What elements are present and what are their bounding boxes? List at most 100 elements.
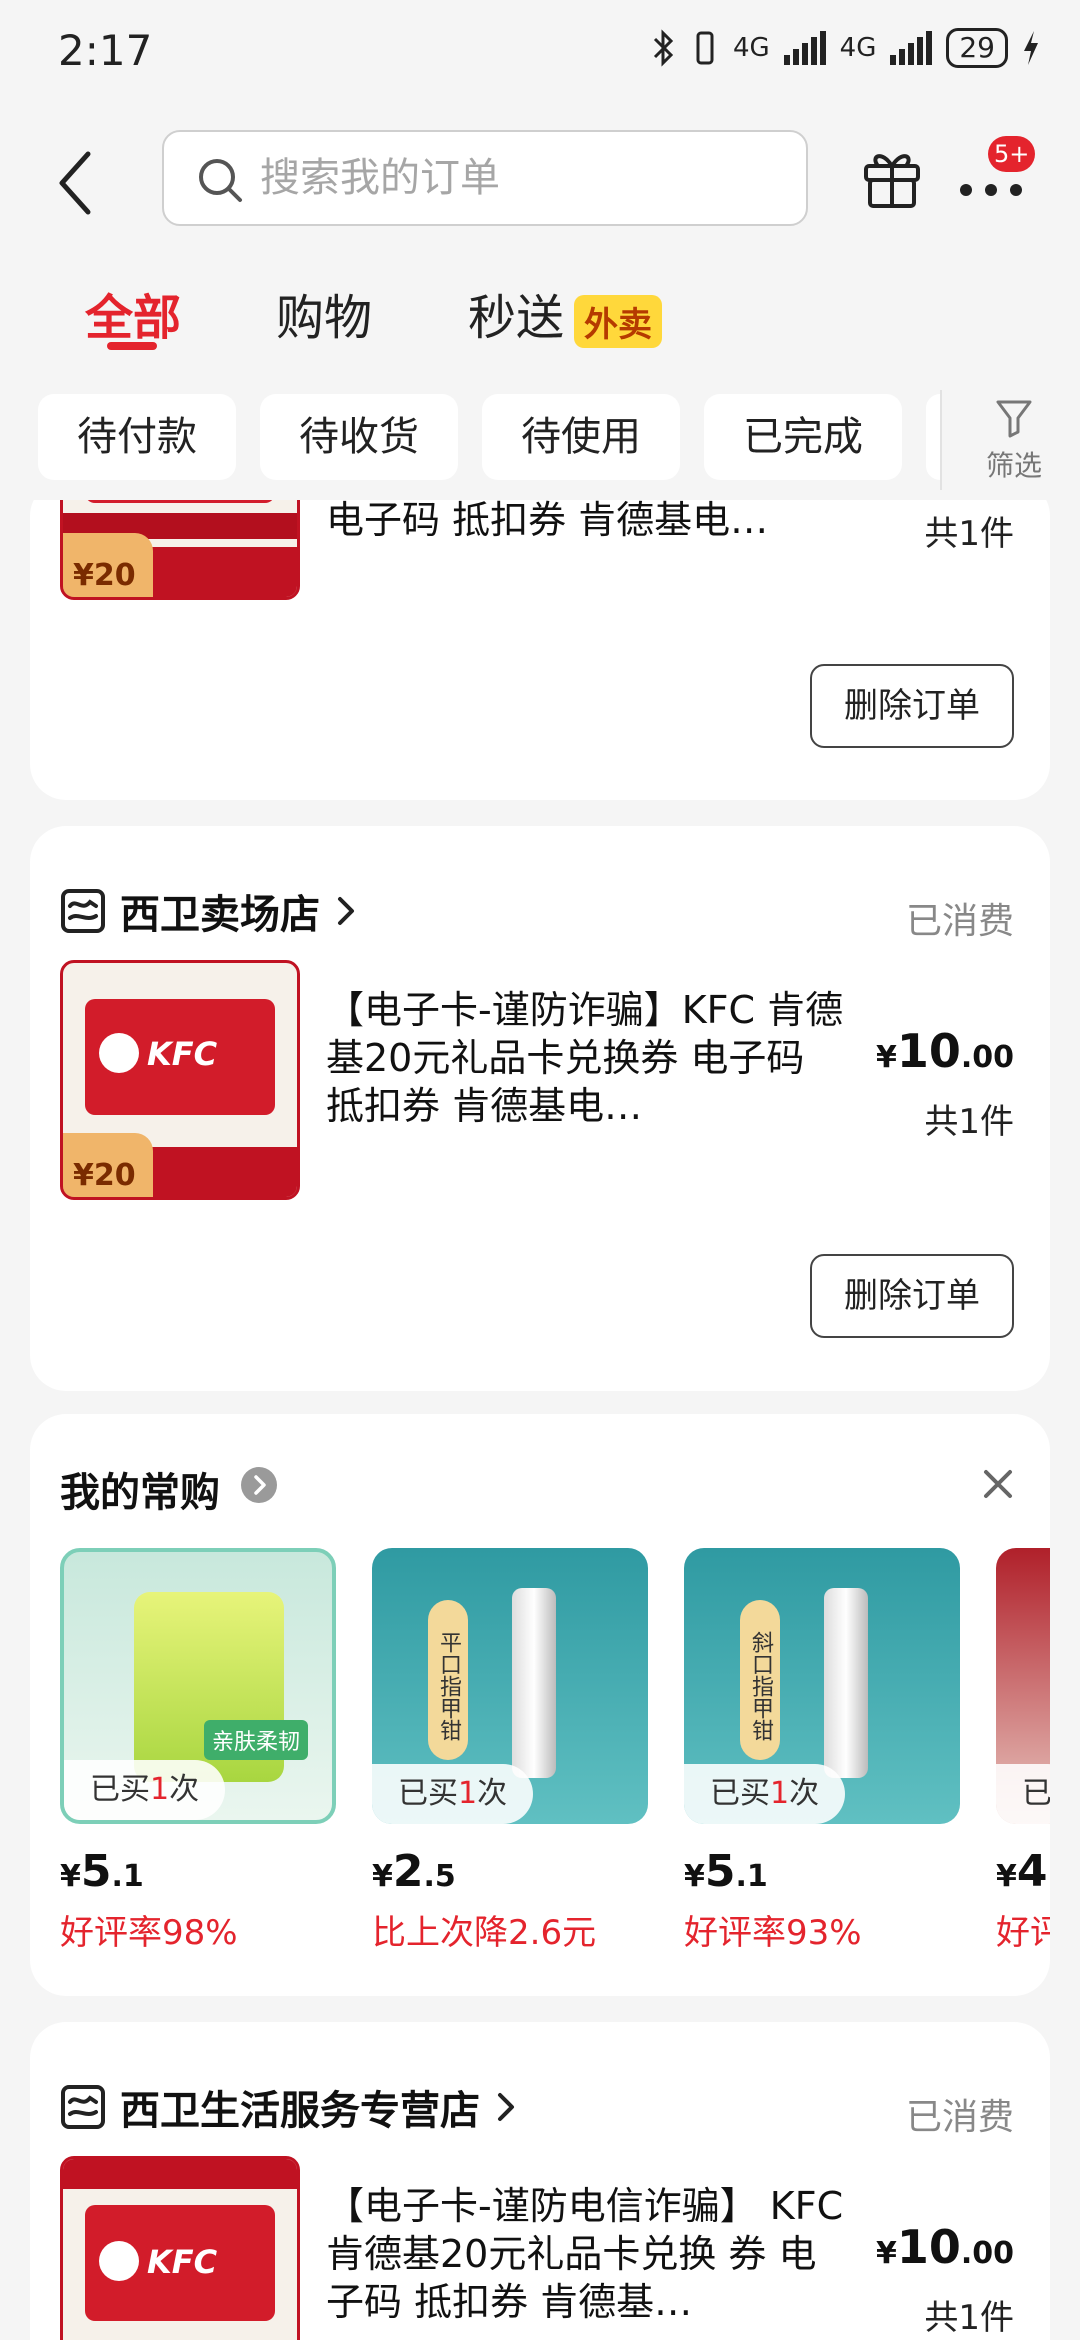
thumb-face-value: ¥20 <box>73 558 136 593</box>
order-title: 电子码 抵扣券 肯德基电… <box>326 498 769 542</box>
product-image-caption: 斜口指甲钳 <box>740 1600 780 1760</box>
product-image-caption: 亲肤柔韧 <box>204 1720 309 1760</box>
filter-pending-payment[interactable]: 待付款 <box>38 394 236 480</box>
bought-prefix: 已买 <box>398 1776 458 1811</box>
price-symbol: ¥ <box>996 1859 1017 1894</box>
tab-all[interactable]: 全部 <box>85 278 181 348</box>
frequent-purchases-card: 我的常购 亲肤柔韧 已买1次 ¥5.1 好评率98% 平口指甲钳 已买1次 ¥2… <box>30 1414 1050 1996</box>
tab-shopping[interactable]: 购物 <box>276 278 372 348</box>
gift-icon[interactable] <box>862 146 922 210</box>
order-status: 已消费 <box>905 901 1014 942</box>
status-icons: 4G 4G 29 <box>651 28 1040 68</box>
order-card[interactable]: ¥20 电子码 抵扣券 肯德基电… 共1件 删除订单 <box>30 480 1050 800</box>
kfc-logo: KFC <box>147 1035 218 1073</box>
bought-suffix: 次 <box>169 1772 200 1807</box>
back-icon[interactable] <box>52 148 102 218</box>
tab-delivery-label: 秒送 <box>468 290 565 346</box>
charging-icon <box>1024 31 1038 65</box>
frequent-item[interactable]: 斜口指甲钳 已买1次 ¥5.1 好评率93% <box>684 1548 960 1954</box>
order-quantity: 共1件 <box>924 2298 1014 2338</box>
filter-completed[interactable]: 已完成 <box>704 394 902 480</box>
product-image[interactable]: 已 <box>996 1548 1050 1824</box>
frequent-purchases-title: 我的常购 <box>60 1470 220 1516</box>
chevron-right-icon[interactable] <box>240 1466 278 1504</box>
bought-count: 1 <box>150 1772 170 1807</box>
filter-chip-partial[interactable] <box>926 394 940 480</box>
close-icon[interactable] <box>980 1466 1016 1502</box>
price-decimal: .1 <box>111 1859 144 1894</box>
shop-icon <box>61 889 105 933</box>
bought-suffix: 次 <box>477 1776 508 1811</box>
order-title[interactable]: 【电子卡-谨防诈骗】KFC 肯德基20元礼品卡兑换券 电子码 抵扣券 肯德基电… <box>326 986 846 1130</box>
price-symbol: ¥ <box>875 1040 897 1075</box>
order-thumbnail[interactable]: KFC <box>60 2156 300 2340</box>
bought-count: 1 <box>458 1776 478 1811</box>
order-thumbnail[interactable]: KFC ¥20 <box>60 960 300 1200</box>
search-box[interactable] <box>162 130 808 226</box>
price-symbol: ¥ <box>684 1859 705 1894</box>
price-decimal: .00 <box>960 1040 1014 1075</box>
bought-count-pill: 已 <box>996 1764 1050 1824</box>
product-price: ¥4. <box>996 1846 1050 1897</box>
signal-icon <box>783 31 826 65</box>
product-note: 好评率93% <box>684 1913 862 1953</box>
order-card[interactable]: 西卫生活服务专营店 已消费 KFC 【电子卡-谨防电信诈骗】 KFC肯德基20元… <box>30 2022 1050 2340</box>
price-integer: 4. <box>1016 1846 1050 1897</box>
vibrate-icon <box>696 31 714 65</box>
filter-label: 筛选 <box>986 449 1043 482</box>
bought-count-pill: 已买1次 <box>372 1764 534 1824</box>
price-symbol: ¥ <box>60 1859 81 1894</box>
search-input[interactable] <box>260 132 780 224</box>
bought-count-pill: 已买1次 <box>684 1764 846 1824</box>
product-image-caption: 平口指甲钳 <box>428 1600 468 1760</box>
status-bar: 2:17 4G 4G 29 <box>0 0 1080 110</box>
shop-icon <box>61 2085 105 2129</box>
filter-bar: 待付款 待收货 待使用 已完成 筛选 <box>0 390 1080 500</box>
bought-prefix: 已买 <box>90 1772 150 1807</box>
price-symbol: ¥ <box>875 2236 897 2271</box>
frequent-item[interactable]: 平口指甲钳 已买1次 ¥2.5 比上次降2.6元 <box>372 1548 648 1954</box>
notification-badge: 5+ <box>988 136 1036 172</box>
product-price: ¥2.5 <box>372 1846 648 1897</box>
bluetooth-icon <box>653 29 674 67</box>
bought-count: 1 <box>770 1776 790 1811</box>
order-card[interactable]: 西卫卖场店 已消费 KFC ¥20 【电子卡-谨防诈骗】KFC 肯德基20元礼品… <box>30 826 1050 1391</box>
kfc-colonel-icon <box>99 1033 139 1073</box>
price-decimal: .1 <box>735 1859 768 1894</box>
order-price: ¥10.00 <box>876 1024 1014 1078</box>
product-price: ¥5.1 <box>60 1846 336 1897</box>
delete-order-button[interactable]: 删除订单 <box>810 664 1014 748</box>
filter-pending-use[interactable]: 待使用 <box>482 394 680 480</box>
frequent-item[interactable]: 亲肤柔韧 已买1次 ¥5.1 好评率98% <box>60 1548 336 1954</box>
bought-prefix: 已 <box>1022 1776 1050 1811</box>
product-note: 好评 <box>996 1913 1050 1953</box>
shop-link[interactable]: 西卫卖场店 <box>60 886 358 938</box>
chevron-right-icon <box>498 2093 514 2121</box>
tab-active-indicator <box>107 342 157 350</box>
price-integer: 5 <box>704 1846 736 1897</box>
filter-button[interactable]: 筛选 <box>940 390 1080 490</box>
product-image[interactable]: 斜口指甲钳 已买1次 <box>684 1548 960 1824</box>
price-integer: 2 <box>392 1846 424 1897</box>
order-title[interactable]: 【电子卡-谨防电信诈骗】 KFC肯德基20元礼品卡兑换 券 电子码 抵扣券 肯德… <box>326 2182 846 2326</box>
filter-pending-receipt[interactable]: 待收货 <box>260 394 458 480</box>
shop-name: 西卫卖场店 <box>120 892 320 938</box>
price-symbol: ¥ <box>372 1859 393 1894</box>
product-price: ¥5.1 <box>684 1846 960 1897</box>
product-image[interactable]: 平口指甲钳 已买1次 <box>372 1548 648 1824</box>
delete-order-button[interactable]: 删除订单 <box>810 1254 1014 1338</box>
order-quantity: 共1件 <box>924 514 1014 554</box>
product-image[interactable]: 亲肤柔韧 已买1次 <box>60 1548 336 1824</box>
kfc-colonel-icon <box>99 2241 139 2281</box>
tab-delivery[interactable]: 秒送 外卖 <box>468 278 663 348</box>
price-decimal: .00 <box>960 2236 1014 2271</box>
network-label: 4G <box>732 33 770 63</box>
chevron-right-icon <box>338 897 354 925</box>
shop-link[interactable]: 西卫生活服务专营店 <box>60 2082 518 2134</box>
network-label-2: 4G <box>839 33 877 63</box>
product-note: 比上次降2.6元 <box>372 1913 597 1953</box>
header: 5+ <box>0 110 1080 250</box>
frequent-item[interactable]: 已 ¥4. 好评 <box>996 1548 1050 1954</box>
order-status: 已消费 <box>905 2097 1014 2138</box>
search-icon <box>199 159 242 202</box>
